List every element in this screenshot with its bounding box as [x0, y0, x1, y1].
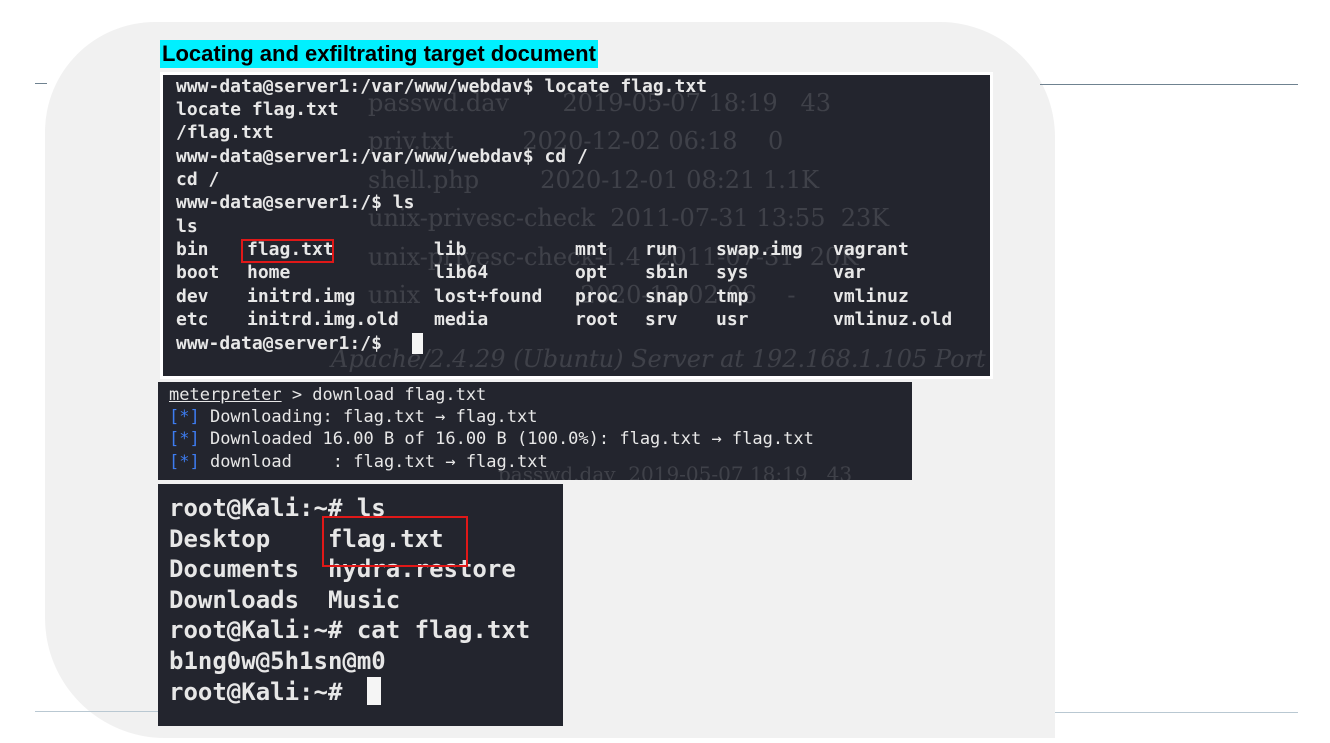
- divider-top-right: [1040, 84, 1298, 85]
- download-status-line: [*] download : flag.txt → flag.txt: [169, 454, 548, 471]
- terminal-prompt: root@Kali:~#: [169, 678, 357, 706]
- ls-entry: initrd.img.old: [247, 309, 399, 330]
- flag-contents: b1ng0w@5h1sn@m0: [169, 647, 386, 675]
- background-listing-row: shell.php 2020-12-01 08:21 1.1K: [368, 166, 820, 194]
- terminal-line: Downloads Music: [169, 586, 401, 614]
- flag-file-highlight: [322, 516, 468, 567]
- terminal-line: www-data@server1:/var/www/webdav$ cd /: [176, 146, 588, 167]
- ls-entry: swap.img: [716, 239, 803, 260]
- download-status-text: download : flag.txt → flag.txt: [199, 452, 548, 472]
- download-status-text: Downloaded 16.00 B of 16.00 B (100.0%): …: [199, 429, 814, 449]
- terminal-line: /flag.txt: [176, 122, 274, 143]
- ls-entry: sys: [716, 262, 749, 283]
- ls-entry: mnt: [575, 239, 608, 260]
- divider-bottom-left: [35, 711, 158, 712]
- divider-bottom-right: [1055, 712, 1298, 713]
- ls-entry: boot: [176, 262, 220, 283]
- ls-entry: media: [434, 309, 489, 330]
- ls-entry: snap: [645, 286, 689, 307]
- terminal-line: www-data@server1:/$ ls: [176, 192, 415, 213]
- webdav-shell-terminal: passwd.dav 2019-05-07 18:19 43 priv.txt …: [160, 72, 993, 379]
- terminal-line: www-data@server1:/var/www/webdav$ locate…: [176, 76, 708, 97]
- download-status-line: [*] Downloading: flag.txt → flag.txt: [169, 409, 537, 426]
- ls-entry: etc: [176, 309, 209, 330]
- background-footer: Apache/2.4.29 (Ubuntu) Server at 192.168…: [331, 345, 993, 373]
- ls-entry: dev: [176, 286, 209, 307]
- terminal-cursor: [367, 677, 381, 705]
- meterpreter-prompt: meterpreter: [169, 385, 282, 405]
- ls-entry: vagrant: [833, 239, 909, 260]
- meterpreter-terminal: passwd.dav 2019-05-07 18:19 43 meterpret…: [158, 382, 912, 480]
- slide-heading: Locating and exfiltrating target documen…: [160, 40, 598, 68]
- terminal-line: root@Kali:~# cat flag.txt: [169, 616, 531, 644]
- info-marker-icon: [*]: [169, 407, 200, 427]
- info-marker-icon: [*]: [169, 452, 200, 472]
- ls-entry: initrd.img: [247, 286, 356, 307]
- ls-entry: vmlinuz: [833, 286, 909, 307]
- ls-entry: proc: [575, 286, 619, 307]
- meterpreter-command: > download flag.txt: [281, 385, 487, 405]
- kali-terminal: root@Kali:~# ls Desktop flag.txt Documen…: [158, 484, 563, 726]
- terminal-line: cd /: [176, 169, 220, 190]
- ls-entry: var: [833, 262, 866, 283]
- ls-entry: lib64: [434, 262, 489, 283]
- ls-entry: sbin: [645, 262, 689, 283]
- ls-entry: bin: [176, 239, 209, 260]
- terminal-line: locate flag.txt: [176, 99, 339, 120]
- flag-file-highlight: [241, 239, 334, 263]
- ls-entry: home: [247, 262, 291, 283]
- terminal-line: ls: [176, 216, 198, 237]
- ls-entry: lost+found: [434, 286, 543, 307]
- divider-top-left: [35, 83, 47, 84]
- ls-entry: tmp: [716, 286, 749, 307]
- ls-entry: lib: [434, 239, 467, 260]
- ls-entry: srv: [645, 309, 678, 330]
- download-status-line: [*] Downloaded 16.00 B of 16.00 B (100.0…: [169, 431, 814, 448]
- ls-entry: vmlinuz.old: [833, 309, 953, 330]
- ls-entry: root: [575, 309, 619, 330]
- background-listing-row: unix-privesc-check 2011-07-31 13:55 23K: [368, 204, 890, 232]
- meterpreter-command-line: meterpreter > download flag.txt: [169, 387, 486, 404]
- ls-entry: run: [645, 239, 678, 260]
- ls-entry: opt: [575, 262, 608, 283]
- info-marker-icon: [*]: [169, 429, 200, 449]
- terminal-prompt: www-data@server1:/$: [176, 333, 393, 354]
- ls-entry: usr: [716, 309, 749, 330]
- background-listing-row: passwd.dav 2019-05-07 18:19 43: [498, 462, 853, 480]
- terminal-cursor: [412, 333, 423, 354]
- download-status-text: Downloading: flag.txt → flag.txt: [199, 407, 538, 427]
